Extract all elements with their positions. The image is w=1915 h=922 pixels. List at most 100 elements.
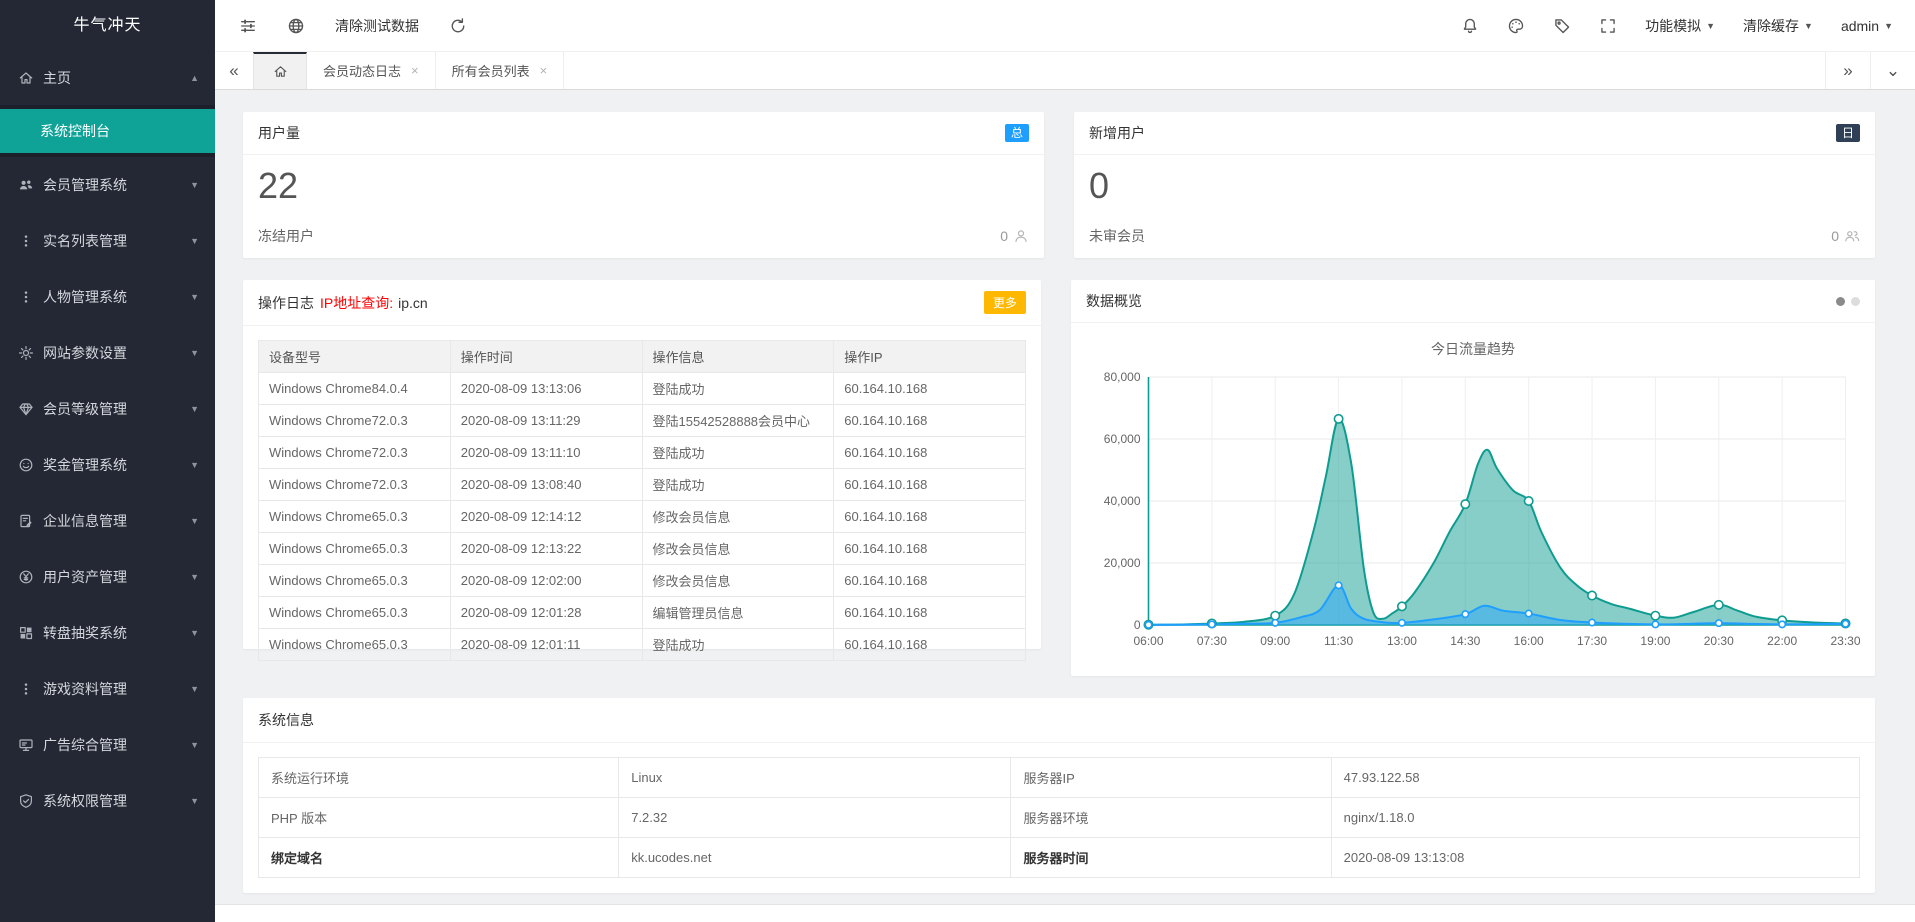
stat-footer-count: 0: [1831, 228, 1839, 244]
table-cell: 2020-08-09 12:02:00: [450, 565, 642, 597]
table-row: Windows Chrome72.0.32020-08-09 13:11:29登…: [259, 405, 1026, 437]
clear-test-data-button[interactable]: 清除测试数据: [335, 16, 419, 36]
stat-footer-label: 未审会员: [1089, 226, 1145, 246]
topbar-left: 清除测试数据: [239, 16, 467, 36]
caret-down-icon: ▼: [1884, 21, 1893, 31]
info-label: 服务器时间: [1011, 838, 1331, 878]
topbar-right: 功能模拟▼ 清除缓存▼ admin▼: [1461, 16, 1893, 36]
table-cell: Windows Chrome65.0.3: [259, 597, 451, 629]
table-cell: 登陆15542528888会员中心: [642, 405, 834, 437]
tabs-scroll-left-icon[interactable]: «: [215, 52, 253, 89]
table-cell: 60.164.10.168: [834, 629, 1026, 661]
tab-1[interactable]: 所有会员列表×: [436, 52, 565, 89]
menu-clear-cache[interactable]: 清除缓存▼: [1743, 16, 1813, 36]
sidebar-item-5[interactable]: 网站参数设置▼: [0, 325, 215, 381]
users-outline-icon: [1844, 228, 1860, 244]
app-title: 牛气冲天: [0, 0, 215, 51]
refresh-icon[interactable]: [449, 17, 467, 35]
table-cell: 60.164.10.168: [834, 533, 1026, 565]
caret-up-icon: ▲: [190, 73, 199, 83]
menu-admin[interactable]: admin ▼: [1841, 18, 1893, 34]
shield-check-icon: [18, 793, 34, 809]
menu-label: 清除缓存: [1743, 16, 1799, 36]
sidebar-item-2[interactable]: 会员管理系统▼: [0, 157, 215, 213]
tab-home[interactable]: [253, 52, 307, 89]
tabs-scroll-right-icon[interactable]: »: [1825, 52, 1870, 89]
content: 用户量 总 22 冻结用户 0 新增用户 日 0: [215, 90, 1915, 904]
sidebar-nav: 主页▲系统控制台会员管理系统▼实名列表管理▼人物管理系统▼网站参数设置▼会员等级…: [0, 51, 215, 922]
sidebar-item-8[interactable]: 企业信息管理▼: [0, 493, 215, 549]
card-header: 系统信息: [243, 698, 1875, 743]
table-row: PHP 版本7.2.32服务器环境nginx/1.18.0: [259, 798, 1860, 838]
stat-value: 0: [1074, 155, 1875, 207]
info-value: Linux: [619, 758, 1011, 798]
system-info-table: 系统运行环境Linux服务器IP47.93.122.58PHP 版本7.2.32…: [258, 757, 1860, 878]
sidebar-item-6[interactable]: 会员等级管理▼: [0, 381, 215, 437]
caret-down-icon: ▼: [1706, 21, 1715, 31]
stat-footer: 冻结用户 0: [243, 226, 1044, 258]
menu-label: admin: [1841, 18, 1879, 34]
svg-text:23:30: 23:30: [1830, 634, 1860, 648]
sidebar-item-label: 会员等级管理: [43, 399, 190, 419]
ip-query-link[interactable]: ip.cn: [398, 295, 428, 311]
globe-icon[interactable]: [287, 17, 305, 35]
sidebar-item-11[interactable]: 游戏资料管理▼: [0, 661, 215, 717]
sidebar-item-9[interactable]: 用户资产管理▼: [0, 549, 215, 605]
carousel-dot-active[interactable]: [1836, 297, 1845, 306]
ip-query-label: IP地址查询:: [320, 293, 393, 313]
table-cell: 登陆成功: [642, 437, 834, 469]
palette-icon[interactable]: [1507, 17, 1525, 35]
sidebar-item-label: 用户资产管理: [43, 567, 190, 587]
gear-icon: [18, 345, 34, 361]
table-body: Windows Chrome84.0.42020-08-09 13:13:06登…: [259, 373, 1026, 661]
sidebar-item-7[interactable]: 奖金管理系统▼: [0, 437, 215, 493]
tab-list: 会员动态日志×所有会员列表×: [307, 52, 564, 89]
more-button[interactable]: 更多: [984, 291, 1026, 314]
sidebar-item-12[interactable]: 广告综合管理▼: [0, 717, 215, 773]
diamond-icon: [18, 401, 34, 417]
sidebar-item-4[interactable]: 人物管理系统▼: [0, 269, 215, 325]
table-cell: 2020-08-09 13:11:29: [450, 405, 642, 437]
sidebar-item-label: 游戏资料管理: [43, 679, 190, 699]
main-area: 清除测试数据 功能模拟▼ 清除缓存▼ admin▼ « 会员动态日志×所有会员列…: [215, 0, 1915, 922]
table-cell: 登陆成功: [642, 629, 834, 661]
card-header: 操作日志 IP地址查询: ip.cn 更多: [243, 280, 1041, 326]
users-icon: [18, 177, 34, 193]
sidebar-subitem-1[interactable]: 系统控制台: [0, 109, 215, 153]
table-row: 绑定域名kk.ucodes.net服务器时间2020-08-09 13:13:0…: [259, 838, 1860, 878]
info-value: kk.ucodes.net: [619, 838, 1011, 878]
sidebar-item-10[interactable]: 转盘抽奖系统▼: [0, 605, 215, 661]
svg-text:09:00: 09:00: [1260, 634, 1290, 648]
column-header: 操作IP: [834, 341, 1026, 373]
sidebar-item-0[interactable]: 主页▲: [0, 51, 215, 105]
table-cell: 60.164.10.168: [834, 469, 1026, 501]
tab-0[interactable]: 会员动态日志×: [307, 52, 436, 89]
svg-text:20:30: 20:30: [1704, 634, 1734, 648]
table-head: 设备型号操作时间操作信息操作IP: [259, 341, 1026, 373]
tag-icon[interactable]: [1553, 17, 1571, 35]
badge-total: 总: [1005, 124, 1029, 142]
table-cell: 2020-08-09 12:13:22: [450, 533, 642, 565]
stat-footer-value: 0: [1000, 228, 1029, 244]
menu-toggle-icon[interactable]: [239, 17, 257, 35]
menu-function-simulate[interactable]: 功能模拟▼: [1645, 16, 1715, 36]
fullscreen-icon[interactable]: [1599, 17, 1617, 35]
table-row: Windows Chrome65.0.32020-08-09 12:01:11登…: [259, 629, 1026, 661]
table-cell: Windows Chrome65.0.3: [259, 629, 451, 661]
carousel-dot[interactable]: [1851, 297, 1860, 306]
close-icon[interactable]: ×: [540, 63, 548, 78]
stat-value: 22: [243, 155, 1044, 207]
bell-icon[interactable]: [1461, 17, 1479, 35]
sidebar-item-3[interactable]: 实名列表管理▼: [0, 213, 215, 269]
close-icon[interactable]: ×: [411, 63, 419, 78]
caret-down-icon: ▼: [190, 572, 199, 582]
table-cell: Windows Chrome72.0.3: [259, 437, 451, 469]
sidebar-item-13[interactable]: 系统权限管理▼: [0, 773, 215, 829]
svg-text:60,000: 60,000: [1104, 432, 1141, 446]
tabbar: « 会员动态日志×所有会员列表× » ⌄: [215, 52, 1915, 90]
tabs-menu-chevron-icon[interactable]: ⌄: [1870, 52, 1915, 89]
table-cell: 60.164.10.168: [834, 405, 1026, 437]
table-cell: 修改会员信息: [642, 565, 834, 597]
smiley-icon: [18, 457, 34, 473]
sidebar-item-label: 会员管理系统: [43, 175, 190, 195]
